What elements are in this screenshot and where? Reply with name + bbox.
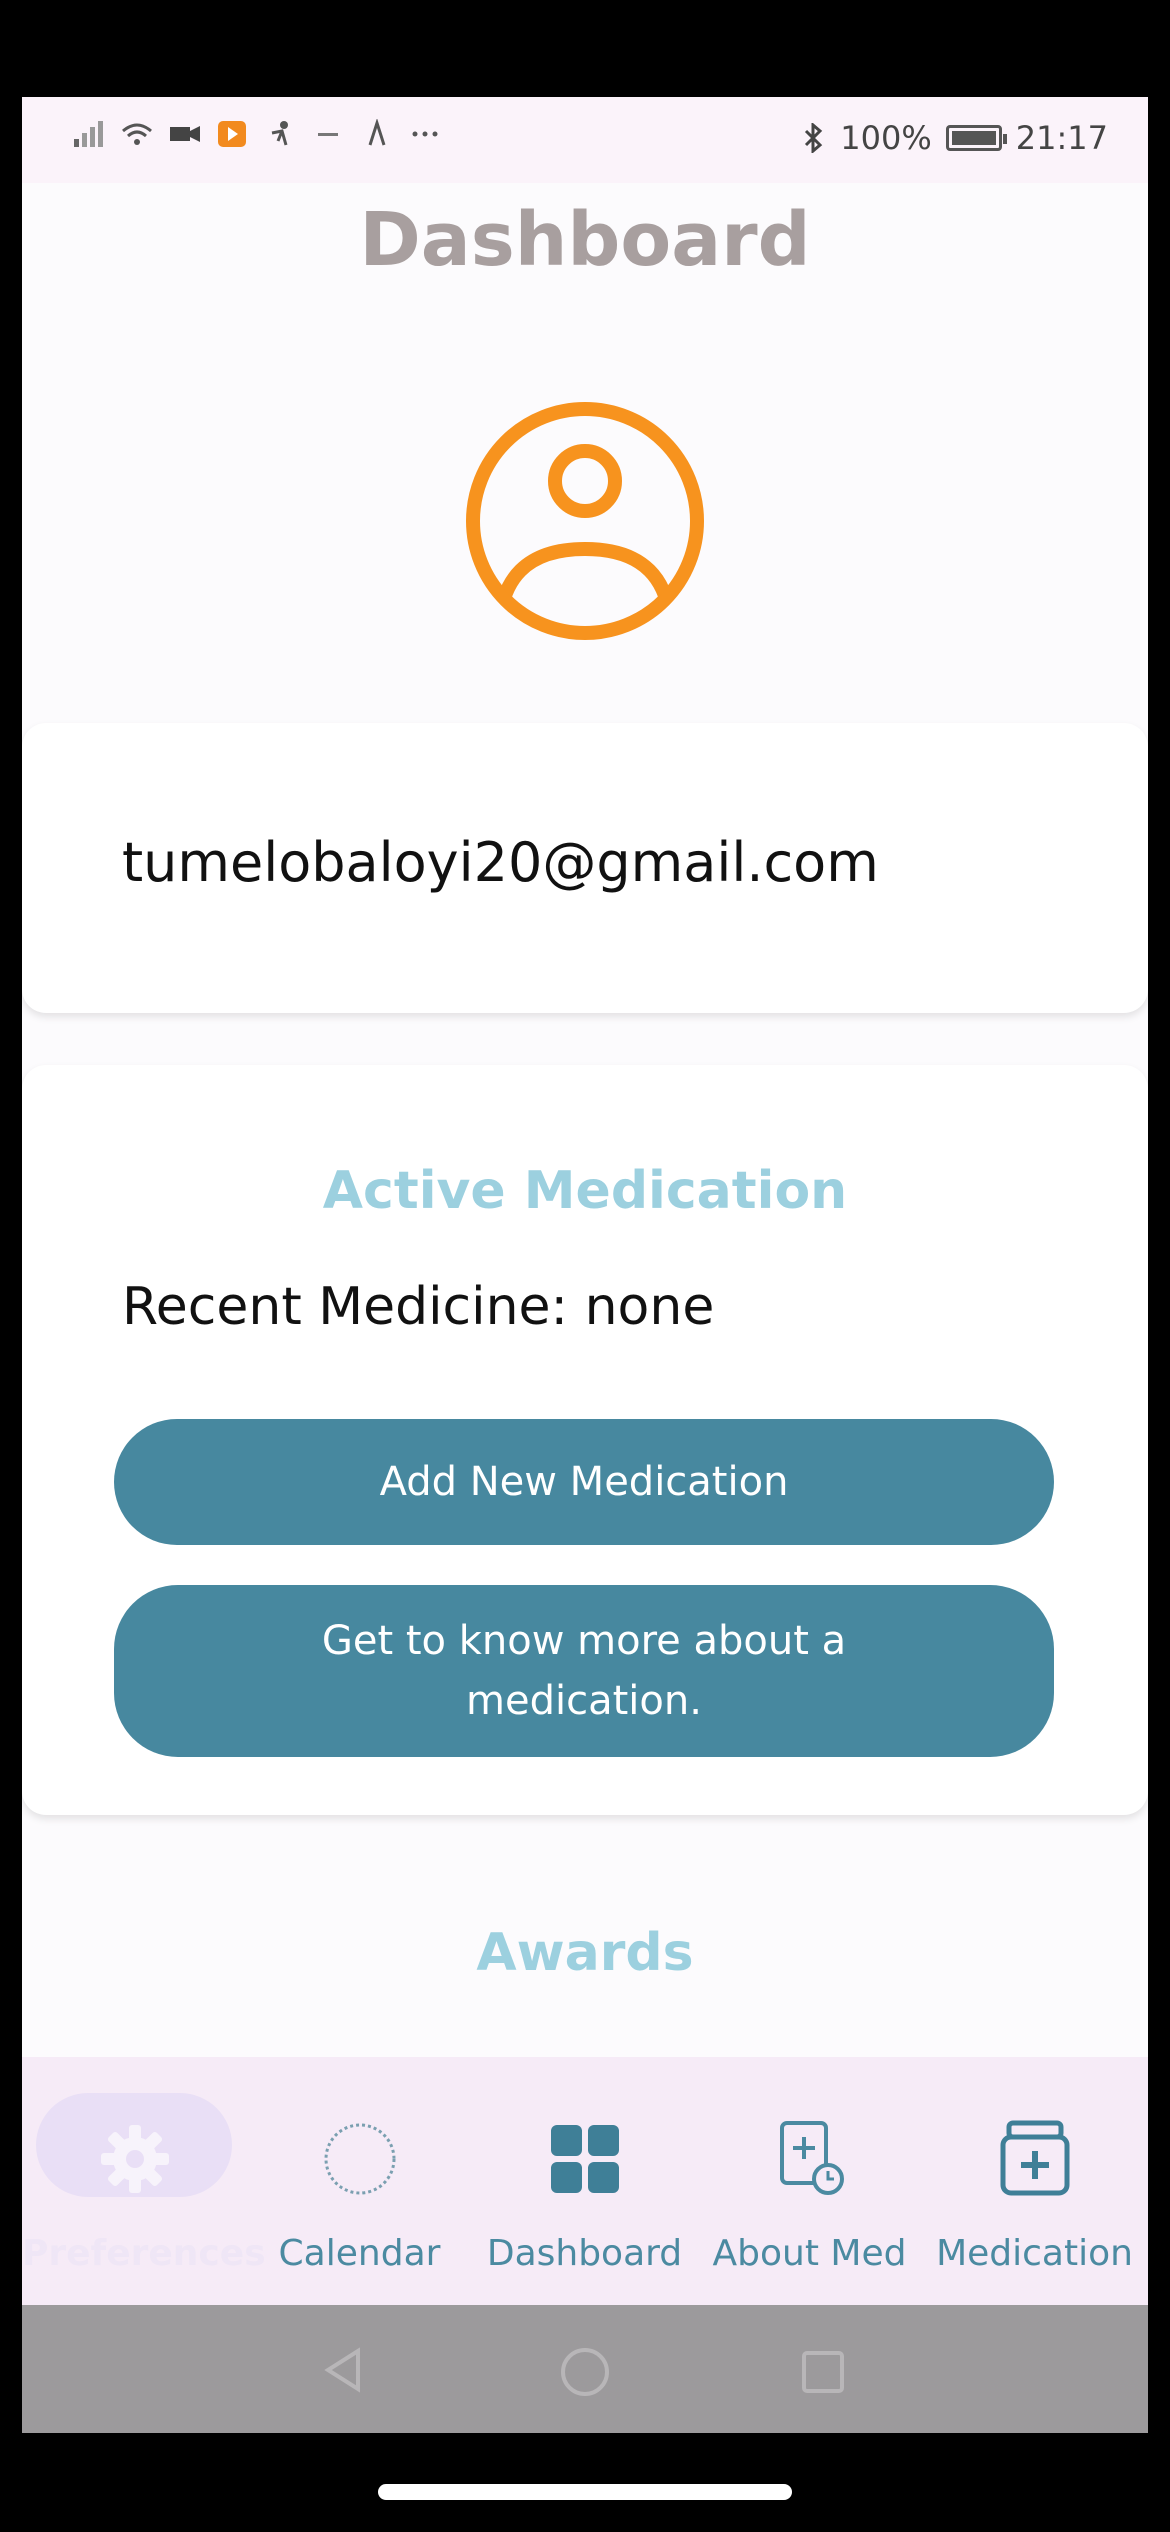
gear-icon xyxy=(100,2125,169,2193)
app-screen: 100% 21:17 Dashboard tumelobaloyi20@gmai… xyxy=(22,97,1148,2433)
awards-title: Awards xyxy=(476,1923,694,1983)
profile-card: tumelobaloyi20@gmail.com xyxy=(22,723,1148,1013)
nav-item-about-med[interactable]: About Med xyxy=(697,2057,922,2305)
page-title: Dashboard xyxy=(359,197,811,283)
nav-item-dashboard[interactable]: Dashboard xyxy=(472,2057,697,2305)
bluetooth-icon xyxy=(805,123,823,153)
status-icons-left xyxy=(72,119,442,149)
nav-label-calendar: Calendar xyxy=(278,2233,441,2274)
user-email: tumelobaloyi20@gmail.com xyxy=(122,831,879,894)
add-new-medication-button[interactable]: Add New Medication xyxy=(114,1419,1054,1545)
battery-icon xyxy=(945,125,1007,151)
fitness-icon xyxy=(368,119,386,146)
calendar-icon xyxy=(324,2123,395,2195)
nav-item-medication[interactable]: Medication xyxy=(922,2057,1147,2305)
system-navigation-bar xyxy=(22,2305,1148,2433)
nav-item-preferences[interactable]: Preferences xyxy=(22,2057,266,2305)
home-indicator[interactable] xyxy=(378,2484,792,2500)
active-medication-card: Active Medication Recent Medicine: none … xyxy=(22,1065,1148,1815)
activity-icon xyxy=(271,121,288,146)
nav-item-calendar[interactable]: Calendar xyxy=(247,2057,472,2305)
recent-medicine-text: Recent Medicine: none xyxy=(122,1277,715,1337)
dash-icon xyxy=(318,133,338,136)
clock: 21:17 xyxy=(1015,119,1108,157)
user-avatar-icon[interactable] xyxy=(463,399,707,643)
learn-about-medication-button[interactable]: Get to know more about a medication. xyxy=(114,1585,1054,1757)
nav-label-dashboard: Dashboard xyxy=(486,2233,683,2274)
medication-icon xyxy=(1000,2120,1069,2196)
home-icon[interactable] xyxy=(558,2345,612,2399)
no-signal-icon xyxy=(74,121,103,147)
nav-label-about-med: About Med xyxy=(712,2233,907,2274)
status-icons-right: 100% 21:17 xyxy=(802,119,1108,157)
play-app-icon xyxy=(218,121,246,147)
video-icon xyxy=(170,126,200,142)
nav-label-medication: Medication xyxy=(936,2233,1133,2274)
active-medication-title: Active Medication xyxy=(322,1161,848,1221)
wifi-icon xyxy=(122,123,152,145)
about-med-icon xyxy=(779,2121,844,2195)
status-bar: 100% 21:17 xyxy=(22,97,1148,183)
more-icon xyxy=(412,131,438,137)
recents-icon[interactable] xyxy=(798,2347,848,2397)
dashboard-icon xyxy=(550,2125,619,2193)
back-icon[interactable] xyxy=(318,2345,368,2395)
battery-percent: 100% xyxy=(840,119,932,157)
bottom-nav: Preferences Calendar Dashboard About Med… xyxy=(22,2057,1148,2305)
nav-label-preferences: Preferences xyxy=(22,2233,266,2274)
